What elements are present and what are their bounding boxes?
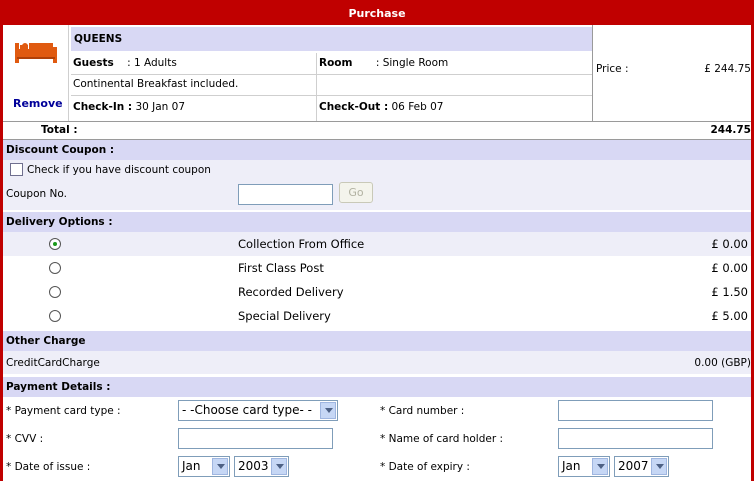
checkout-label: Check-Out : [319, 101, 389, 113]
card-holder-input[interactable] [558, 428, 713, 449]
bed-icon [15, 43, 57, 63]
delivery-label: First Class Post [238, 261, 324, 275]
guests-value: : 1 Adults [127, 57, 177, 69]
total-row: Total : 244.75 [3, 121, 751, 140]
delivery-price: £ 5.00 [711, 309, 748, 323]
other-charge-section-title: Other Charge [3, 331, 751, 351]
expiry-year-value: 2007 [618, 459, 649, 473]
chevron-down-icon [212, 458, 228, 475]
credit-card-charge-label: CreditCardCharge [6, 357, 100, 369]
price-value: £ 244.75 [704, 63, 751, 75]
delivery-price: £ 1.50 [711, 285, 748, 299]
delivery-radio-recorded[interactable] [49, 286, 61, 298]
card-type-value: - -Choose card type- - [182, 403, 312, 417]
room-label: Room [319, 57, 353, 69]
delivery-radio-collection[interactable] [49, 238, 61, 250]
breakfast-note: Continental Breakfast included. [73, 78, 239, 90]
issue-month-value: Jan [182, 459, 201, 473]
room-value: : Single Room [375, 57, 449, 69]
expiry-year-select[interactable]: 2007 [614, 456, 669, 477]
delivery-option-row [3, 232, 751, 256]
row-divider [71, 95, 592, 96]
delivery-radio-special[interactable] [49, 310, 61, 322]
delivery-radio-first-class[interactable] [49, 262, 61, 274]
room-row: Room : Single Room [319, 53, 589, 74]
payment-section-title: Payment Details : [3, 377, 751, 397]
cvv-label: * CVV : [6, 433, 44, 445]
go-button[interactable]: Go [339, 182, 373, 203]
checkout-value: 06 Feb 07 [391, 101, 444, 113]
cell-divider [316, 95, 317, 121]
hotel-name: QUEENS [71, 27, 592, 51]
chevron-down-icon [592, 458, 608, 475]
delivery-price: £ 0.00 [711, 261, 748, 275]
expiry-date-label: * Date of expiry : [380, 461, 470, 473]
checkout-row: Check-Out : 06 Feb 07 [319, 97, 589, 118]
guests-label: Guests [73, 57, 114, 69]
issue-month-select[interactable]: Jan [178, 456, 230, 477]
card-number-label: * Card number : [380, 405, 465, 417]
delivery-price: £ 0.00 [711, 237, 748, 251]
cvv-input[interactable] [178, 428, 333, 449]
discount-checkbox-label: Check if you have discount coupon [27, 164, 211, 176]
expiry-month-select[interactable]: Jan [558, 456, 610, 477]
other-charge-row [3, 351, 751, 374]
discount-checkbox[interactable] [10, 163, 23, 176]
delivery-section-title: Delivery Options : [3, 212, 751, 232]
checkin-label: Check-In : [73, 101, 133, 113]
total-value: 244.75 [710, 124, 751, 136]
price-label: Price : [596, 63, 629, 75]
panel-title: Purchase [3, 3, 751, 25]
purchase-panel: Purchase Remove QUEENS Guests : 1 Adults… [0, 0, 754, 481]
remove-link[interactable]: Remove [13, 97, 63, 110]
discount-section-title: Discount Coupon : [3, 140, 751, 160]
total-label: Total : [41, 124, 78, 136]
delivery-label: Collection From Office [238, 237, 365, 251]
expiry-month-value: Jan [562, 459, 581, 473]
coupon-label: Coupon No. [6, 188, 67, 200]
card-holder-label: * Name of card holder : [380, 433, 504, 445]
delivery-label: Recorded Delivery [238, 285, 344, 299]
issue-year-select[interactable]: 2003 [234, 456, 289, 477]
price-column: Price : £ 244.75 [593, 25, 751, 121]
guests-row: Guests : 1 Adults [73, 53, 318, 74]
booking-icon-column: Remove [3, 25, 69, 121]
issue-year-value: 2003 [238, 459, 269, 473]
checkin-value: 30 Jan 07 [135, 101, 186, 113]
issue-date-label: * Date of issue : [6, 461, 91, 473]
coupon-input[interactable] [238, 184, 333, 205]
credit-card-charge-value: 0.00 (GBP) [694, 357, 751, 369]
chevron-down-icon [271, 458, 287, 475]
delivery-label: Special Delivery [238, 309, 331, 323]
card-type-select[interactable]: - -Choose card type- - [178, 400, 338, 421]
chevron-down-icon [651, 458, 667, 475]
chevron-down-icon [320, 402, 336, 419]
card-type-label: * Payment card type : [6, 405, 121, 417]
checkin-row: Check-In : 30 Jan 07 [73, 97, 313, 118]
card-number-input[interactable] [558, 400, 713, 421]
